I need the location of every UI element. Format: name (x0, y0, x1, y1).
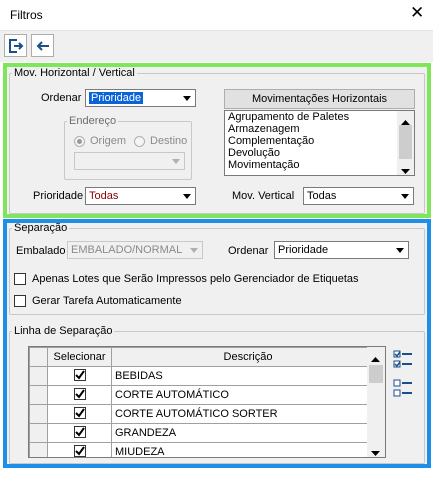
grid-header-row: Selecionar Descrição (29, 347, 385, 367)
back-arrow-icon (36, 40, 49, 51)
list-item[interactable]: Agrupamento de Paletes (225, 111, 414, 123)
select-all-button[interactable] (391, 347, 415, 371)
sep-ordenar-select[interactable]: Prioridade (274, 241, 409, 259)
auto-task-checkbox[interactable] (14, 295, 26, 307)
chevron-down-icon (397, 188, 413, 204)
scroll-up-icon[interactable] (371, 353, 380, 365)
horizontal-movements-button[interactable]: Movimentações Horizontais (224, 89, 415, 109)
prioridade-value: Todas (89, 190, 119, 202)
row-descricao: CORTE AUTOMÁTICO (111, 385, 385, 405)
row-descricao: BEBIDAS (111, 366, 385, 386)
ordenar-select[interactable]: Prioridade (85, 89, 196, 107)
linha-grid: Selecionar Descrição BEBIDAS CORTE AUTOM… (28, 346, 386, 458)
origem-label: Origem (90, 135, 127, 147)
list-item[interactable]: Devolução (225, 147, 414, 159)
uncheck-list-icon (393, 379, 412, 397)
check-list-icon (393, 350, 412, 368)
row-descricao: GRANDEZA (111, 423, 385, 443)
auto-task-label: Gerar Tarefa Automaticamente (32, 295, 182, 307)
row-checkbox[interactable] (73, 369, 86, 381)
check-icon (74, 408, 85, 418)
chevron-down-icon (168, 153, 184, 169)
apply-filter-button[interactable] (4, 34, 27, 57)
chevron-down-icon (392, 242, 408, 258)
destino-radio[interactable] (134, 136, 145, 147)
close-icon[interactable]: ✕ (410, 4, 424, 22)
embalado-label: Embalado (16, 245, 66, 257)
prioridade-select[interactable]: Todas (85, 187, 196, 205)
title-bar (0, 0, 433, 30)
toolbar (0, 30, 433, 62)
check-icon (74, 389, 85, 399)
table-row[interactable]: CORTE AUTOMÁTICO SORTER (29, 404, 385, 424)
mov-vertical-select[interactable]: Todas (303, 187, 414, 205)
check-icon (74, 427, 85, 437)
back-button[interactable] (31, 34, 54, 57)
mov-legend: Mov. Horizontal / Vertical (14, 67, 135, 79)
list-item[interactable]: Complementação (225, 135, 414, 147)
list-scrollbar[interactable] (397, 111, 414, 175)
scroll-thumb[interactable] (399, 125, 412, 159)
endereco-legend: Endereço (69, 115, 117, 127)
mov-vertical-value: Todas (307, 190, 337, 202)
row-checkbox[interactable] (73, 426, 86, 438)
horizontal-movements-list[interactable]: Agrupamento de Paletes Armazenagem Compl… (224, 110, 415, 176)
table-row[interactable]: MIUDEZA (29, 442, 385, 457)
chevron-down-icon (179, 90, 195, 106)
scroll-down-icon[interactable] (401, 165, 410, 177)
col-selecionar[interactable]: Selecionar (47, 347, 112, 367)
endereco-select[interactable] (74, 152, 185, 170)
origem-radio[interactable] (74, 136, 85, 147)
prioridade-label: Prioridade (33, 190, 84, 202)
row-descricao: CORTE AUTOMÁTICO SORTER (111, 404, 385, 424)
check-icon (74, 370, 85, 380)
linha-legend: Linha de Separação (14, 325, 113, 337)
sep-legend: Separação (14, 222, 68, 234)
embalado-value: EMBALADO/NORMAL (71, 244, 183, 256)
row-checkbox[interactable] (73, 445, 86, 457)
grid-scrollbar[interactable] (367, 347, 385, 457)
check-icon (74, 446, 85, 456)
destino-label: Destino (150, 135, 188, 147)
embalado-select[interactable]: EMBALADO/NORMAL (67, 241, 203, 259)
apply-filter-icon (8, 38, 23, 53)
chevron-down-icon (186, 242, 202, 258)
col-descricao[interactable]: Descrição (111, 347, 385, 367)
list-item[interactable]: Armazenagem (225, 123, 414, 135)
window-title: Filtros (10, 8, 43, 22)
print-lots-label: Apenas Lotes que Serão Impressos pelo Ge… (32, 273, 359, 285)
row-descricao: MIUDEZA (111, 442, 385, 457)
table-row[interactable]: GRANDEZA (29, 423, 385, 443)
sep-ordenar-value: Prioridade (278, 244, 329, 256)
row-checkbox[interactable] (73, 388, 86, 400)
chevron-down-icon (179, 188, 195, 204)
table-row[interactable]: BEBIDAS (29, 366, 385, 386)
endereco-group: Endereço (64, 116, 192, 180)
scroll-down-icon[interactable] (371, 447, 380, 459)
deselect-all-button[interactable] (391, 376, 415, 400)
scroll-thumb[interactable] (369, 365, 383, 383)
table-row[interactable]: CORTE AUTOMÁTICO (29, 385, 385, 405)
list-item[interactable]: Movimentação (225, 159, 414, 171)
print-lots-checkbox[interactable] (14, 273, 26, 285)
ordenar-value: Prioridade (89, 92, 144, 104)
sep-ordenar-label: Ordenar (228, 245, 269, 257)
ordenar-label: Ordenar (41, 92, 82, 104)
mov-vertical-label: Mov. Vertical (232, 190, 295, 202)
row-checkbox[interactable] (73, 407, 86, 419)
